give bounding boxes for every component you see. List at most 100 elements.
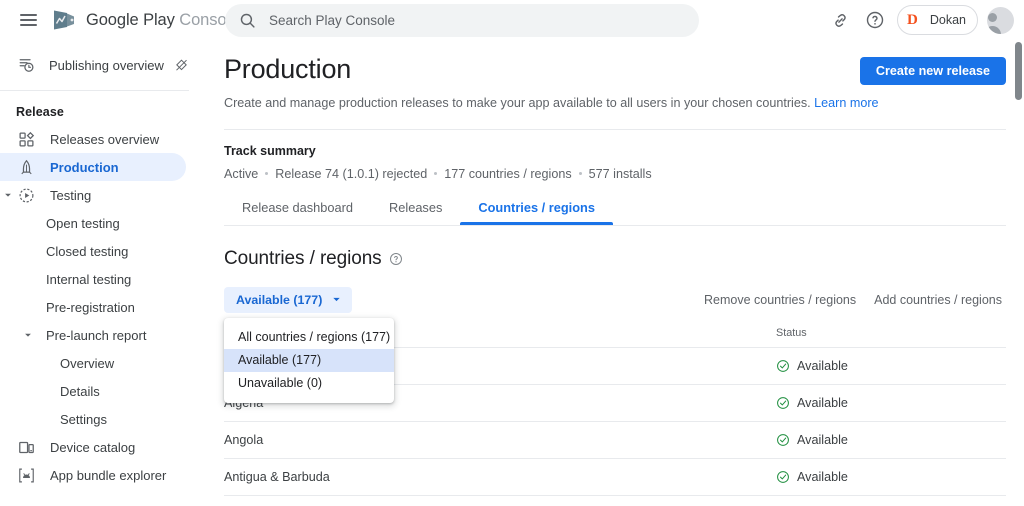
play-circle-dashed-icon <box>16 187 36 204</box>
cell-status: Available <box>776 347 1006 385</box>
sidebar-item-pre-registration[interactable]: Pre-registration <box>0 293 186 321</box>
tab-releases[interactable]: Releases <box>371 200 460 225</box>
sidebar-item-label: Device catalog <box>50 439 136 455</box>
sidebar-item-publishing-overview[interactable]: Publishing overview <box>10 50 196 80</box>
google-play-logo-icon <box>54 10 74 30</box>
check-circle-icon <box>777 470 789 483</box>
page-description: Create and manage production releases to… <box>224 85 1006 113</box>
cell-country: Argentina <box>224 495 776 506</box>
sidebar-item-label: Testing <box>50 187 92 203</box>
tab-bar: Release dashboard Releases Countries / reg… <box>224 200 1006 225</box>
add-countries-regions-link[interactable]: Add countries / regions <box>874 293 1002 307</box>
sidebar-item-testing[interactable]: Testing <box>0 181 186 209</box>
table-row[interactable]: ArgentinaAvailable <box>224 495 1006 506</box>
availability-filter-menu: All countries / regions (177) Available (… <box>224 317 394 403</box>
sidebar-item-label: Internal testing <box>46 271 132 287</box>
sidebar-item-label: Settings <box>60 411 107 427</box>
create-new-release-button[interactable]: Create new release <box>859 57 1006 85</box>
expand-caret-icon[interactable] <box>2 189 14 201</box>
search-input[interactable] <box>269 13 669 28</box>
account-chip[interactable]: D Dokan <box>896 5 978 35</box>
help-circle-icon[interactable] <box>860 5 890 35</box>
check-circle-icon <box>777 433 789 446</box>
top-app-bar: Google Play Console Search Play Console … <box>0 0 1024 40</box>
account-name: Dokan <box>929 13 966 27</box>
tab-release-dashboard[interactable]: Release dashboard <box>224 200 371 225</box>
sidebar-item-production[interactable]: Production <box>0 153 186 181</box>
hamburger-menu-icon[interactable] <box>8 0 48 40</box>
column-header-status: Status <box>776 326 1006 348</box>
dokan-initial: D <box>906 11 918 28</box>
sidebar-item-label: Publishing overview <box>49 57 164 73</box>
status-label: Available <box>797 432 848 447</box>
status-label: Available <box>797 395 848 410</box>
sidebar-item-label: Closed testing <box>46 243 129 259</box>
remove-countries-regions-link[interactable]: Remove countries / regions <box>704 293 856 307</box>
table-row[interactable]: Angola Available <box>224 421 1006 459</box>
summary-separator-dot <box>434 172 438 176</box>
sidebar-item-details[interactable]: Details <box>0 377 186 405</box>
sidebar-item-list: Releases overview Production Testing Open t… <box>0 125 206 489</box>
status-label: Available <box>797 469 848 484</box>
diamond-crossed-out-icon[interactable] <box>174 58 189 73</box>
menu-option-unavailable-0-[interactable]: Unavailable (0) <box>224 372 394 395</box>
check-circle-icon <box>777 359 789 372</box>
rocket-icon <box>16 159 36 176</box>
summary-separator-dot <box>265 172 269 176</box>
dashboard-grid-icon <box>16 131 36 148</box>
cell-status: Available <box>776 384 1006 422</box>
user-avatar-icon[interactable] <box>987 6 1014 34</box>
cell-country: Angola <box>224 421 776 459</box>
menu-option-all-countries-regions-177-[interactable]: All countries / regions (177) <box>224 326 394 349</box>
tab-countries-regions[interactable]: Countries / regions <box>460 200 613 225</box>
sidebar-item-pre-launch-report[interactable]: Pre-launch report <box>0 321 186 349</box>
sidebar-nav: Publishing overview Release Releases ove… <box>0 40 206 506</box>
sidebar-item-internal-testing[interactable]: Internal testing <box>0 265 186 293</box>
sidebar-item-label: Details <box>60 383 100 399</box>
dokan-logo-icon: D <box>901 9 923 31</box>
page-scrollbar-track[interactable] <box>1013 40 1024 506</box>
sidebar-item-label: App bundle explorer <box>50 467 167 483</box>
help-circle-icon[interactable] <box>389 252 403 266</box>
sidebar-item-label: Open testing <box>46 215 120 231</box>
sidebar-item-label: Production <box>50 159 119 175</box>
sidebar-item-closed-testing[interactable]: Closed testing <box>0 237 186 265</box>
search-icon <box>240 13 255 28</box>
sidebar-section-label: Release <box>16 105 64 119</box>
availability-filter-button[interactable]: Available (177) <box>224 286 353 313</box>
cell-country: Antigua & Barbuda <box>224 458 776 496</box>
track-summary-line: Active Release 74 (1.0.1) rejected 177 cou… <box>224 158 1006 181</box>
track-summary-part: 577 installs <box>588 166 652 181</box>
track-summary-part: Active <box>224 166 259 181</box>
summary-separator-dot <box>578 172 582 176</box>
track-summary-part: Release 74 (1.0.1) rejected <box>275 166 428 181</box>
sidebar-item-label: Releases overview <box>50 131 160 147</box>
top-bar-actions: D Dokan <box>826 0 1014 40</box>
menu-option-available-177-[interactable]: Available (177) <box>224 348 394 372</box>
brand-home-link[interactable]: Google Play Console <box>52 9 239 31</box>
page-scrollbar-thumb[interactable] <box>1015 42 1022 100</box>
sidebar-item-releases-overview[interactable]: Releases overview <box>0 125 186 153</box>
page-description-text: Create and manage production releases to… <box>224 96 811 110</box>
learn-more-link[interactable]: Learn more <box>814 96 878 110</box>
chevron-down-icon <box>333 298 341 302</box>
sidebar-item-app-bundle-explorer[interactable]: App bundle explorer <box>0 461 186 489</box>
section-heading: Countries / regions <box>224 247 382 269</box>
sidebar-item-open-testing[interactable]: Open testing <box>0 209 186 237</box>
main-content: Production Create new release Create and… <box>206 40 1024 506</box>
check-circle-icon <box>777 396 789 409</box>
sidebar-item-label: Overview <box>60 355 115 371</box>
sidebar-item-overview[interactable]: Overview <box>0 349 186 377</box>
expand-caret-icon[interactable] <box>22 329 34 341</box>
app-bundle-icon <box>16 467 36 484</box>
availability-filter-label: Available (177) <box>236 292 323 307</box>
table-action-links: Remove countries / regions Add countries … <box>704 293 1006 307</box>
table-controls-row: Available (177) Remove countries / regio… <box>224 286 1006 403</box>
table-row[interactable]: Antigua & Barbuda Available <box>224 458 1006 496</box>
search-box[interactable] <box>225 4 699 37</box>
sidebar-item-device-catalog[interactable]: Device catalog <box>0 433 186 461</box>
track-summary-label: Track summary <box>224 143 316 158</box>
sidebar-item-label: Pre-launch report <box>46 327 147 343</box>
link-icon[interactable] <box>826 5 856 35</box>
sidebar-item-settings[interactable]: Settings <box>0 405 186 433</box>
